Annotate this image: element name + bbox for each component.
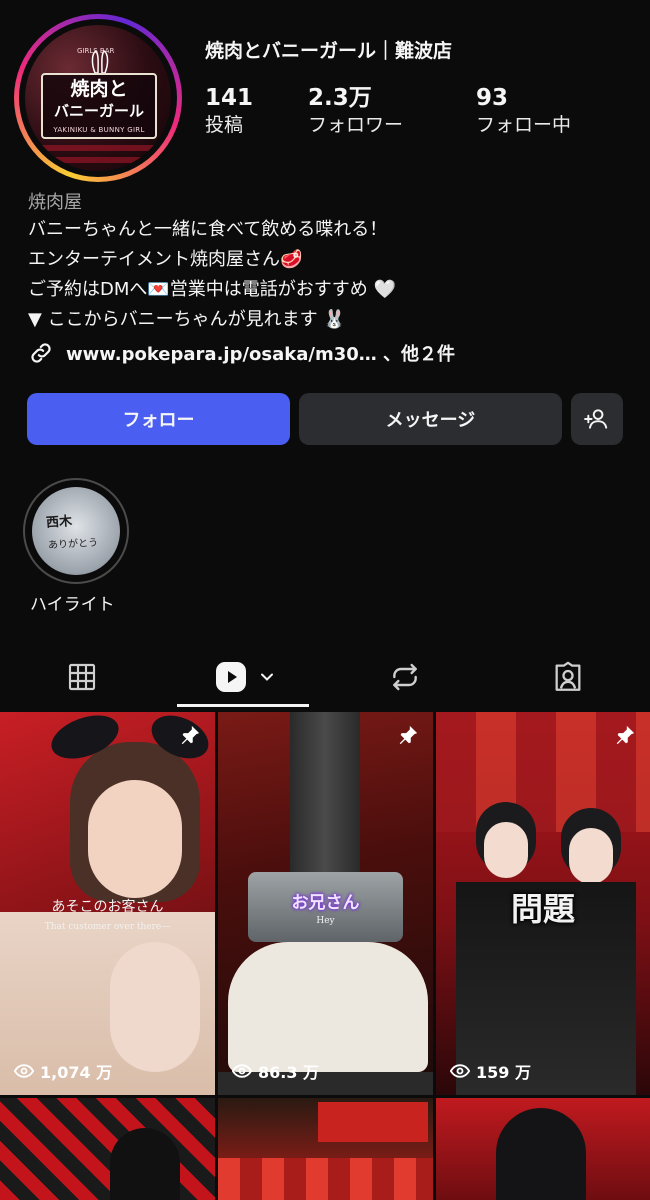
stat-posts-label: 投稿 (205, 114, 244, 136)
logo-main-line-1: 焼肉と (70, 78, 128, 100)
highlight-label: ハイライト (30, 595, 115, 615)
tab-reels[interactable] (200, 652, 290, 702)
highlight-cover: 西木 ありがとう (32, 487, 120, 575)
stat-followers[interactable]: 2.3万 フォロワー (308, 84, 403, 138)
reel-views: 86.3 万 (232, 1059, 319, 1083)
profile-link-text: www.pokepara.jp/osaka/m30… 、他２件 (66, 344, 456, 365)
profile-name: 焼肉とバニーガール｜難波店 (205, 40, 453, 62)
reel-tile[interactable]: 問題 159 万 (436, 712, 650, 1095)
lantern-row-shape (218, 1158, 433, 1200)
chevron-down-icon (261, 673, 273, 681)
pin-icon (181, 725, 200, 745)
reel-views: 1,074 万 (14, 1059, 112, 1083)
reel-tile[interactable] (436, 1098, 650, 1200)
suggest-people-button[interactable] (571, 393, 623, 445)
tab-tagged[interactable] (528, 652, 608, 702)
bio-line-2: エンターテイメント焼肉屋さん🥩 (28, 249, 303, 270)
bio-line-4: ▼ ここからバニーちゃんが見れます 🐰 (28, 309, 346, 330)
avatar-image: GIRLS BAR 焼肉と バニーガール YAKINIKU & BUNNY GI… (25, 25, 171, 171)
reel-tile[interactable]: お兄さん Hey 86.3 万 (218, 712, 433, 1095)
stat-followers-label: フォロワー (308, 114, 404, 136)
reel-tile[interactable]: あそこのお客さん That customer over there— 1,074… (0, 712, 215, 1095)
active-tab-indicator (177, 704, 309, 707)
reel-caption-en: That customer over there— (44, 922, 171, 932)
reel-caption: 問題 (510, 890, 575, 928)
pin-icon (399, 725, 418, 745)
reel-views-count: 86.3 万 (258, 1063, 320, 1082)
eye-icon (450, 1064, 470, 1078)
bio-line-1: バニーちゃんと一緒に食べて飲める喋れる！ (28, 219, 388, 240)
highlight-item[interactable]: 西木 ありがとう (23, 478, 129, 584)
tab-grid[interactable] (40, 652, 124, 702)
reel-caption: あそこのお客さん (51, 899, 164, 915)
hoodie-shape (228, 942, 428, 1072)
logo-sub-text: YAKINIKU & BUNNY GIRL (53, 126, 145, 134)
face-shape (88, 780, 182, 898)
reel-caption-en: Hey (316, 916, 335, 926)
reels-icon (216, 662, 246, 692)
tagged-icon (555, 661, 581, 691)
exhaust-pipe-shape (290, 712, 360, 882)
reel-tile[interactable] (218, 1098, 433, 1200)
sign-shape (318, 1102, 428, 1142)
stat-following-label: フォロー中 (476, 114, 572, 136)
eye-icon (14, 1064, 34, 1078)
logo-top-text: GIRLS BAR (77, 47, 115, 55)
avatar-logo: 焼肉と バニーガール YAKINIKU & BUNNY GIRL (41, 73, 157, 139)
profile-link[interactable]: www.pokepara.jp/osaka/m30… 、他２件 (28, 340, 455, 366)
tab-reposts[interactable] (365, 652, 445, 702)
stat-followers-value: 2.3万 (308, 85, 372, 111)
reel-caption: お兄さん (291, 893, 360, 913)
reel-views: 159 万 (450, 1059, 531, 1083)
profile-category: 焼肉屋 (28, 192, 82, 213)
eye-icon (232, 1064, 252, 1078)
highlight-scribble-2: ありがとう (47, 537, 99, 552)
highlight-scribble: 西木 (45, 514, 73, 531)
ear-shape (110, 1128, 180, 1200)
link-icon (31, 343, 51, 363)
message-button[interactable]: メッセージ (299, 393, 562, 445)
hair-shape (496, 1108, 586, 1200)
logo-main-line-2: バニーガール (53, 102, 144, 120)
follow-button[interactable]: フォロー (27, 393, 290, 445)
face-shape (569, 828, 613, 884)
profile-avatar[interactable]: GIRLS BAR 焼肉と バニーガール YAKINIKU & BUNNY GI… (14, 14, 182, 182)
add-person-icon (584, 409, 608, 429)
stat-posts[interactable]: 141 投稿 (205, 84, 253, 138)
stat-posts-value: 141 (205, 85, 254, 111)
pin-icon (616, 725, 635, 745)
repost-icon (393, 663, 417, 691)
stat-following-value: 93 (476, 85, 509, 111)
stat-following[interactable]: 93 フォロー中 (476, 84, 571, 138)
reel-views-count: 1,074 万 (40, 1063, 113, 1082)
reel-views-count: 159 万 (476, 1063, 531, 1082)
face-shape (484, 822, 528, 878)
reel-tile[interactable] (0, 1098, 215, 1200)
bio-line-3: ご予約はDMへ💌営業中は電話がおすすめ 🤍 (28, 279, 396, 300)
grid-icon (68, 663, 96, 691)
knee-shape (110, 942, 200, 1072)
avatar-inner: GIRLS BAR 焼肉と バニーガール YAKINIKU & BUNNY GI… (19, 19, 177, 177)
